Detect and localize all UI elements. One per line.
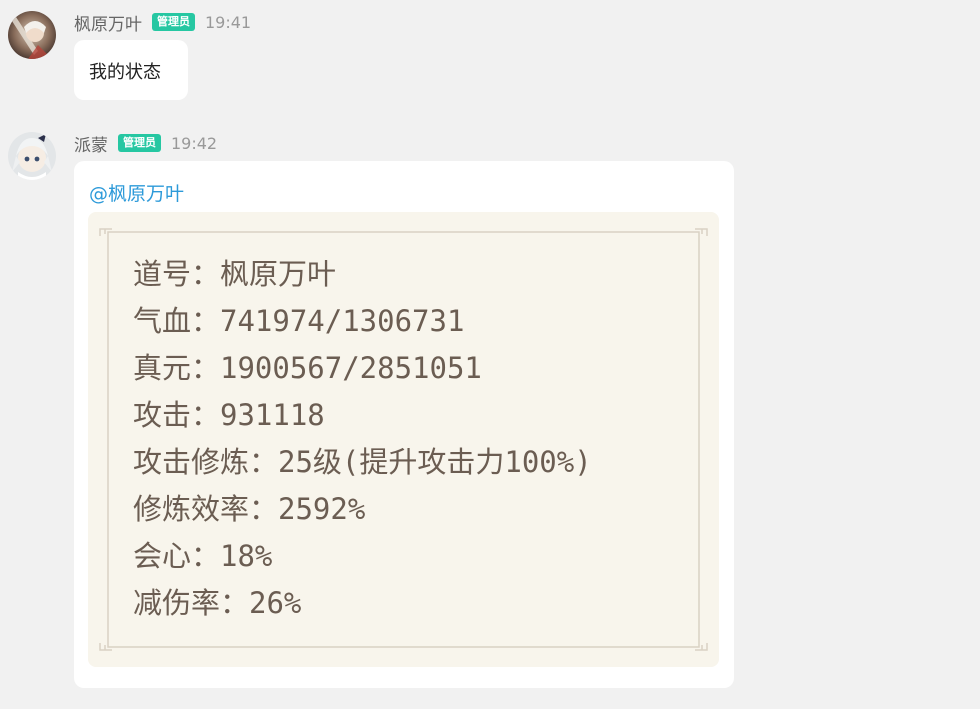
stat-name: 道号：枫原万叶	[133, 257, 337, 291]
avatar[interactable]	[8, 132, 56, 180]
avatar-kazuha-icon	[8, 11, 56, 59]
message-meta: 派蒙 管理员 19:42	[74, 131, 218, 156]
message-bubble[interactable]: 我的状态	[74, 40, 188, 100]
stats-list: 道号：枫原万叶 气血：741974/1306731 真元：1900567/285…	[133, 256, 592, 632]
stat-mp: 真元：1900567/2851051	[133, 351, 482, 385]
chat-window: 枫原万叶 管理员 19:41 我的状态 派蒙 管理员 19:42 @枫原万叶 道…	[0, 0, 980, 709]
stat-training-efficiency: 修炼效率：2592%	[133, 492, 366, 526]
avatar[interactable]	[8, 11, 56, 59]
sender-name[interactable]: 派蒙	[74, 131, 108, 156]
message-meta: 枫原万叶 管理员 19:41	[74, 10, 252, 35]
status-card: 道号：枫原万叶 气血：741974/1306731 真元：1900567/285…	[88, 212, 719, 667]
stat-attack-training: 攻击修炼：25级(提升攻击力100%)	[133, 445, 592, 479]
avatar-paimon-icon	[8, 132, 56, 180]
message-bubble[interactable]: @枫原万叶 道号：枫原万叶 气血：741974/1306731 真元：19005…	[74, 161, 734, 688]
stat-hp: 气血：741974/1306731	[133, 304, 465, 338]
role-badge: 管理员	[118, 134, 161, 152]
timestamp: 19:42	[171, 133, 218, 153]
stat-crit: 会心：18%	[133, 539, 273, 573]
mention-link[interactable]: @枫原万叶	[89, 179, 184, 206]
message-text: 我的状态	[89, 62, 161, 83]
timestamp: 19:41	[205, 12, 252, 32]
stat-attack: 攻击：931118	[133, 398, 325, 432]
sender-name[interactable]: 枫原万叶	[74, 10, 142, 35]
role-badge: 管理员	[152, 13, 195, 31]
stat-damage-reduction: 减伤率：26%	[133, 586, 302, 620]
